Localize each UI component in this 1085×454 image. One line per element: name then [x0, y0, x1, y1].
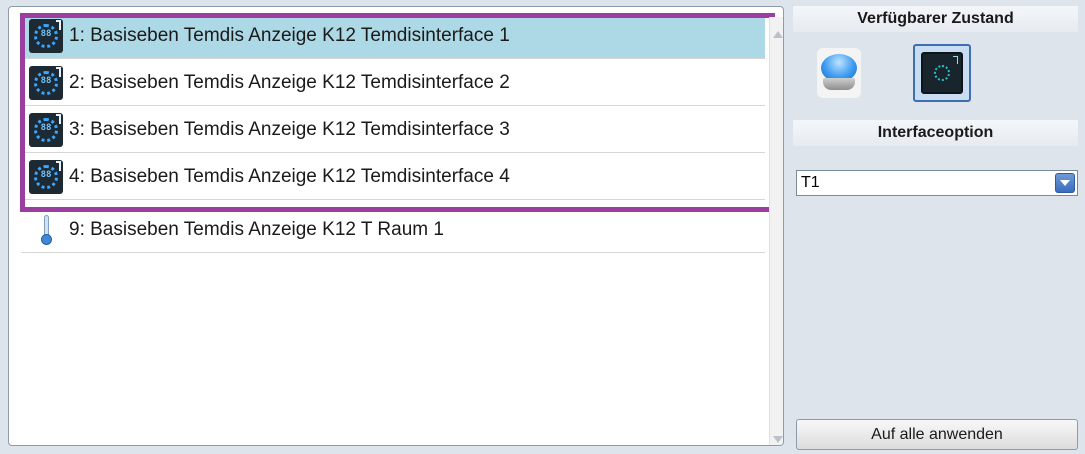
list-item[interactable]: 88 4: Basiseben Temdis Anzeige K12 Temdi…: [21, 154, 765, 200]
dropdown-arrow-icon[interactable]: [1055, 173, 1075, 193]
list-item-label: 3: Basiseben Temdis Anzeige K12 Temdisin…: [69, 118, 510, 140]
list-scrollbar[interactable]: [769, 17, 783, 445]
temdis-display-icon: 88: [29, 112, 63, 147]
list-item[interactable]: 88 3: Basiseben Temdis Anzeige K12 Temdi…: [21, 107, 765, 153]
thermometer-icon: [41, 214, 52, 245]
temdis-display-icon: 88: [29, 159, 63, 194]
scroll-down-icon[interactable]: [773, 436, 783, 443]
temdis-display-icon: 88: [29, 18, 63, 53]
interface-option-select[interactable]: T1: [796, 170, 1078, 196]
apply-to-all-button[interactable]: Auf alle anwenden: [796, 419, 1078, 450]
temdis-display-icon: 88: [29, 65, 63, 100]
list-item-label: 2: Basiseben Temdis Anzeige K12 Temdisin…: [69, 71, 510, 93]
scroll-up-icon[interactable]: [773, 31, 783, 38]
state-option-pushbutton[interactable]: [817, 48, 861, 98]
list-item[interactable]: 88 2: Basiseben Temdis Anzeige K12 Temdi…: [21, 60, 765, 106]
state-header: Verfügbarer Zustand: [793, 6, 1078, 32]
interface-header: Interfaceoption: [793, 120, 1078, 146]
list-item[interactable]: 9: Basiseben Temdis Anzeige K12 T Raum 1: [21, 207, 765, 253]
device-list: 88 1: Basiseben Temdis Anzeige K12 Temdi…: [8, 6, 784, 446]
list-item-label: 4: Basiseben Temdis Anzeige K12 Temdisin…: [69, 165, 510, 187]
state-option-temdis-display[interactable]: [913, 44, 971, 102]
list-item-label: 1: Basiseben Temdis Anzeige K12 Temdisin…: [69, 24, 510, 46]
list-item-label: 9: Basiseben Temdis Anzeige K12 T Raum 1: [69, 218, 444, 240]
temdis-display-icon: [921, 52, 963, 94]
list-item[interactable]: 88 1: Basiseben Temdis Anzeige K12 Temdi…: [21, 13, 765, 59]
properties-panel: Verfügbarer Zustand Interfaceoption T1 A…: [793, 6, 1078, 450]
interface-option-value: T1: [801, 174, 820, 191]
